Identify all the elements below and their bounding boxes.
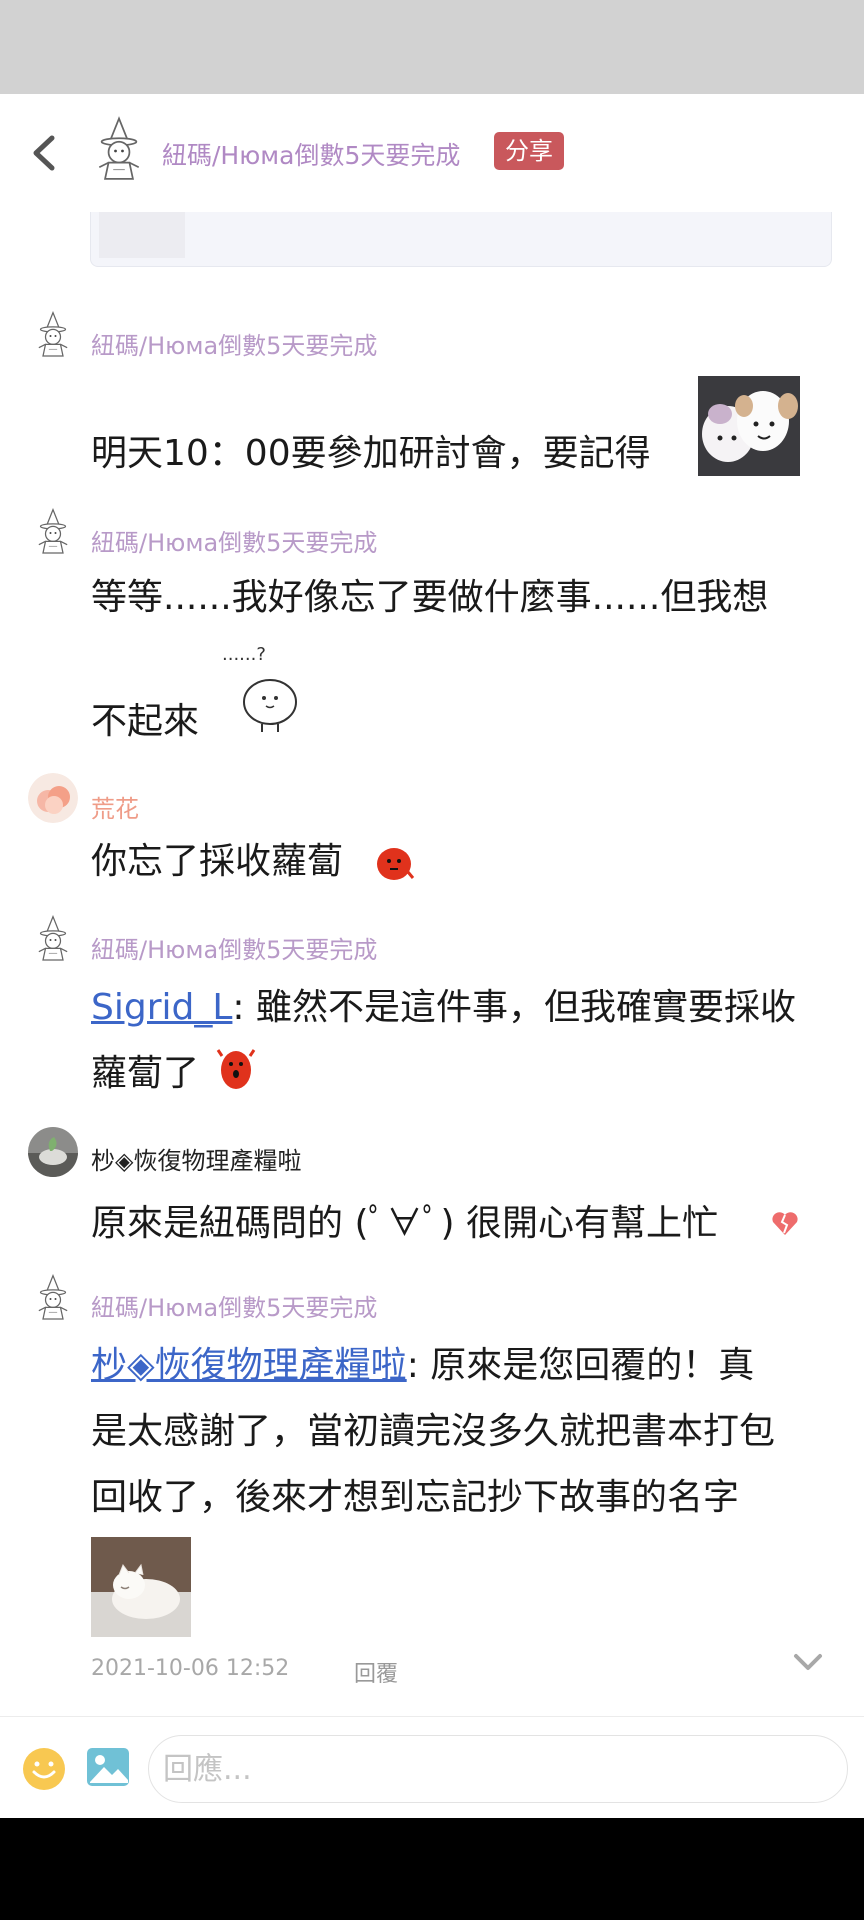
comment-text-line-2: 蘿蔔了 <box>91 1053 200 1094</box>
white-cat-photo[interactable] <box>91 1537 191 1637</box>
mention-link[interactable]: Sigrid_L <box>91 987 232 1028</box>
comment-author[interactable]: 紐碼/Нюма倒數5天要完成 <box>91 326 377 361</box>
comment-text-line-3: 回收了，後來才想到忘記抄下故事的名字 <box>91 1477 740 1518</box>
share-button[interactable]: 分享 <box>494 132 564 170</box>
comment-text: 明天10：00要參加研討會，要記得 <box>91 433 651 474</box>
red-blob-emoji <box>374 842 416 884</box>
comment-text-line-2: 不起來 <box>91 701 200 742</box>
comment-author[interactable]: 紐碼/Нюма倒數5天要完成 <box>91 1288 377 1323</box>
system-nav-bar <box>0 1818 864 1920</box>
comment-text: 你忘了採收蘿蔔 <box>91 841 344 882</box>
quoted-post-thumbnail <box>99 212 185 258</box>
red-blob-emoji <box>216 1046 256 1092</box>
comment-author[interactable]: 杪◈恢復物理產糧啦 <box>91 1141 301 1176</box>
comment-author[interactable]: 紐碼/Нюма倒數5天要完成 <box>91 930 377 965</box>
comment-text-line-1: Sigrid_L: 雖然不是這件事，但我確實要採收 <box>91 978 796 1030</box>
chevron-down-icon[interactable] <box>790 1650 826 1676</box>
comment-text: 原來是紐碼問的 (ﾟ∀ﾟ) 很開心有幫上忙 <box>91 1203 718 1244</box>
status-bar <box>0 0 864 94</box>
header-avatar[interactable] <box>90 116 148 186</box>
comment-text: : 雖然不是這件事，但我確實要採收 <box>232 987 796 1028</box>
comment-author[interactable]: 荒花 <box>91 789 139 824</box>
reply-input[interactable] <box>148 1735 848 1803</box>
comment-text-line-2: 是太感謝了，當初讀完沒多久就把書本打包 <box>91 1411 776 1452</box>
broken-heart-emoji <box>770 1208 800 1238</box>
comment-author[interactable]: 紐碼/Нюма倒數5天要完成 <box>91 523 377 558</box>
two-sheep-sticker <box>698 376 800 476</box>
back-icon[interactable] <box>22 130 68 176</box>
compose-bar <box>0 1717 864 1818</box>
reply-link[interactable]: 回覆 <box>354 1656 398 1688</box>
image-icon[interactable] <box>86 1747 130 1787</box>
nav-bar: 紐碼/Нюма倒數5天要完成 分享 <box>0 94 864 212</box>
quoted-post-preview[interactable] <box>90 212 832 267</box>
comment-text: : 原來是您回覆的！真 <box>406 1345 755 1386</box>
avatar[interactable] <box>28 508 78 558</box>
confused-chick-sticker: ......? <box>218 640 318 740</box>
avatar[interactable] <box>28 915 78 965</box>
page-title: 紐碼/Нюма倒數5天要完成 <box>162 141 461 170</box>
post-timestamp: 2021-10-06 12:52 <box>91 1656 290 1681</box>
sticker-caption: ......? <box>222 644 266 665</box>
comment-text-line-1: 等等......我好像忘了要做什麼事......但我想 <box>91 577 769 618</box>
avatar[interactable] <box>28 1127 78 1177</box>
smiley-icon[interactable] <box>22 1747 66 1791</box>
comment-text-line-1: 杪◈恢復物理產糧啦: 原來是您回覆的！真 <box>91 1336 754 1388</box>
avatar[interactable] <box>28 773 78 823</box>
avatar[interactable] <box>28 311 78 361</box>
mention-link[interactable]: 杪◈恢復物理產糧啦 <box>91 1345 407 1386</box>
avatar[interactable] <box>28 1274 78 1324</box>
